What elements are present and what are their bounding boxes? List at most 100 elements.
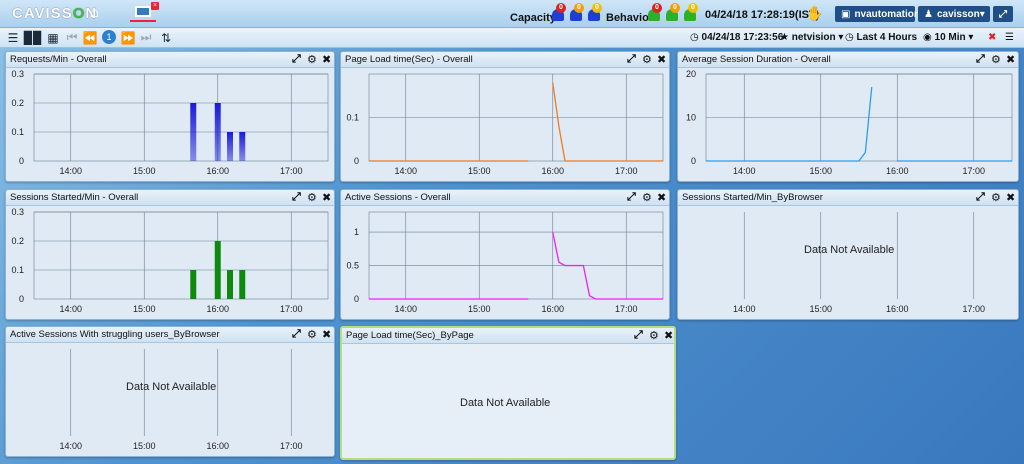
close-icon[interactable]: ✖ (322, 191, 331, 204)
bar (190, 103, 197, 161)
gear-icon[interactable]: ⚙ (307, 328, 317, 341)
y-tick-label: 0.3 (11, 207, 24, 217)
gear-icon[interactable]: ⚙ (307, 53, 317, 66)
bar (214, 103, 221, 161)
fullscreen-icon[interactable]: ⤢ (993, 6, 1013, 22)
home-icon[interactable]: ⌂ (90, 4, 99, 21)
gear-icon[interactable]: ⚙ (307, 191, 317, 204)
x-tick-label: 15:00 (133, 166, 156, 176)
close-icon[interactable]: ✖ (657, 53, 666, 66)
gear-icon[interactable]: ⚙ (642, 191, 652, 204)
x-tick-label: 16:00 (541, 304, 564, 314)
plot-frame (33, 73, 329, 162)
y-tick-label: 20 (686, 69, 696, 79)
close-icon[interactable]: ✖ (1006, 53, 1015, 66)
alert-bell-icon[interactable]: 0 (588, 3, 602, 21)
y-tick-label: 0.1 (346, 113, 359, 123)
alert-count: 0 (670, 3, 680, 13)
gear-icon[interactable]: ⚙ (991, 191, 1001, 204)
y-tick-label: 0 (354, 156, 359, 166)
cavisson-logo[interactable]: CAVISSON (12, 5, 97, 22)
panel-header: Sessions Started/Min_ByBrowser ⤢ ⚙ ✖ (678, 190, 1018, 206)
plot-frame (33, 211, 329, 300)
bar (227, 132, 233, 161)
alert-bell-icon[interactable]: 0 (570, 3, 584, 21)
x-tick-label: 15:00 (809, 304, 832, 314)
series-line (706, 86, 873, 162)
expand-icon[interactable]: ⤢ (292, 53, 301, 66)
y-tick-label: 0 (19, 294, 24, 304)
x-tick-label: 14:00 (733, 304, 756, 314)
caret-down-icon: ▾ (979, 8, 985, 20)
gear-icon[interactable]: ⚙ (642, 53, 652, 66)
y-tick-label: 0.1 (11, 127, 24, 137)
chart: 14:00 15:00 16:00 17:00 0 0.1 0.2 0.3 (11, 69, 329, 176)
alert-bell-icon[interactable]: 0 (666, 3, 680, 21)
eye-icon: ◉ (923, 32, 935, 43)
close-icon[interactable]: ✖ (1006, 191, 1015, 204)
nvautomation-label: nvautomation (854, 8, 921, 20)
x-tick-label: 15:00 (468, 304, 491, 314)
last-page-icon[interactable]: ⏭ (140, 30, 152, 45)
sort-icon[interactable]: ⇅ (160, 30, 172, 45)
monitor-icon[interactable]: × (130, 2, 159, 22)
no-data-message: Data Not Available (126, 380, 217, 393)
expand-icon[interactable]: ⤢ (292, 328, 301, 341)
gear-icon[interactable]: ⚙ (991, 53, 1001, 66)
expand-icon[interactable]: ⤢ (976, 191, 985, 204)
x-tick-label: 14:00 (733, 166, 756, 176)
alert-count: 0 (652, 3, 662, 13)
duration-dropdown[interactable]: ◷ Last 4 Hours (845, 32, 917, 43)
caret-down-icon: ▾ (965, 32, 974, 43)
expand-icon[interactable]: ⤢ (976, 53, 985, 66)
menu-icon[interactable]: ☰ (6, 30, 20, 45)
bar (239, 270, 246, 299)
expand-icon[interactable]: ⤢ (627, 53, 636, 66)
monitor-small-icon: ▣ (841, 8, 851, 20)
top-bar: CAVISSON ⌂ × Capacity 000 Behavior 000 0… (0, 0, 1024, 28)
previous-page-icon[interactable]: ⏪ (83, 30, 98, 45)
chart: 14:00 15:00 16:00 17:00 0 10 20 (686, 69, 1013, 176)
panel-header: Requests/Min - Overall ⤢ ⚙ ✖ (6, 52, 334, 68)
account-dropdown[interactable]: ♟ cavisson ▾ (918, 6, 990, 22)
nvautomation-button[interactable]: ▣ nvautomation (835, 6, 920, 22)
close-icon[interactable]: ✖ (322, 53, 331, 66)
panel-title: Active Sessions - Overall (345, 192, 451, 203)
behavior-label: Behavior (606, 12, 654, 24)
close-icon[interactable]: ✖ (664, 329, 673, 342)
hand-icon[interactable]: ✋ (806, 5, 823, 22)
page-number[interactable]: 1 (102, 30, 116, 44)
expand-icon[interactable]: ⤢ (627, 191, 636, 204)
next-page-icon[interactable]: ⏩ (121, 30, 136, 45)
no-data-message: Data Not Available (460, 397, 551, 409)
expand-icon[interactable]: ⤢ (292, 191, 301, 204)
favorite-dropdown[interactable]: ★ netvision ▾ (780, 32, 843, 43)
first-page-icon[interactable]: ⏮ (66, 30, 78, 45)
expand-icon[interactable]: ⤢ (634, 329, 643, 342)
no-data-message: Data Not Available (804, 243, 895, 256)
list-icon[interactable]: ☰ (1005, 32, 1014, 43)
bar-chart-icon[interactable]: ▉▉ (24, 30, 42, 45)
gear-icon[interactable]: ⚙ (649, 329, 659, 342)
interval-dropdown[interactable]: ◉ 10 Min ▾ (923, 32, 973, 43)
x-tick-label: 16:00 (206, 304, 229, 314)
y-tick-label: 0.1 (11, 265, 24, 275)
alert-bell-icon[interactable]: 0 (684, 3, 698, 21)
close-icon[interactable]: ✖ (657, 191, 666, 204)
panel-title: Active Sessions With struggling users_By… (10, 329, 220, 340)
alert-bell-icon[interactable]: 0 (552, 3, 566, 21)
close-icon[interactable]: ✖ (322, 328, 331, 341)
pin-icon[interactable]: ✖ (988, 32, 996, 43)
y-tick-label: 1 (354, 227, 359, 237)
alert-bell-icon[interactable]: 0 (648, 3, 662, 21)
plot-frame (368, 211, 664, 300)
grid-icon[interactable]: ▦ (46, 30, 60, 45)
y-tick-label: 0 (691, 156, 696, 166)
x-tick-label: 15:00 (133, 304, 156, 314)
y-tick-label: 0 (354, 294, 359, 304)
clock-icon: ◷ (845, 32, 857, 43)
panel-title: Requests/Min - Overall (10, 54, 107, 65)
x-tick-label: 15:00 (133, 441, 156, 451)
chart: 14:00 15:00 16:00 17:00 (59, 349, 303, 451)
x-tick-label: 14:00 (394, 166, 417, 176)
